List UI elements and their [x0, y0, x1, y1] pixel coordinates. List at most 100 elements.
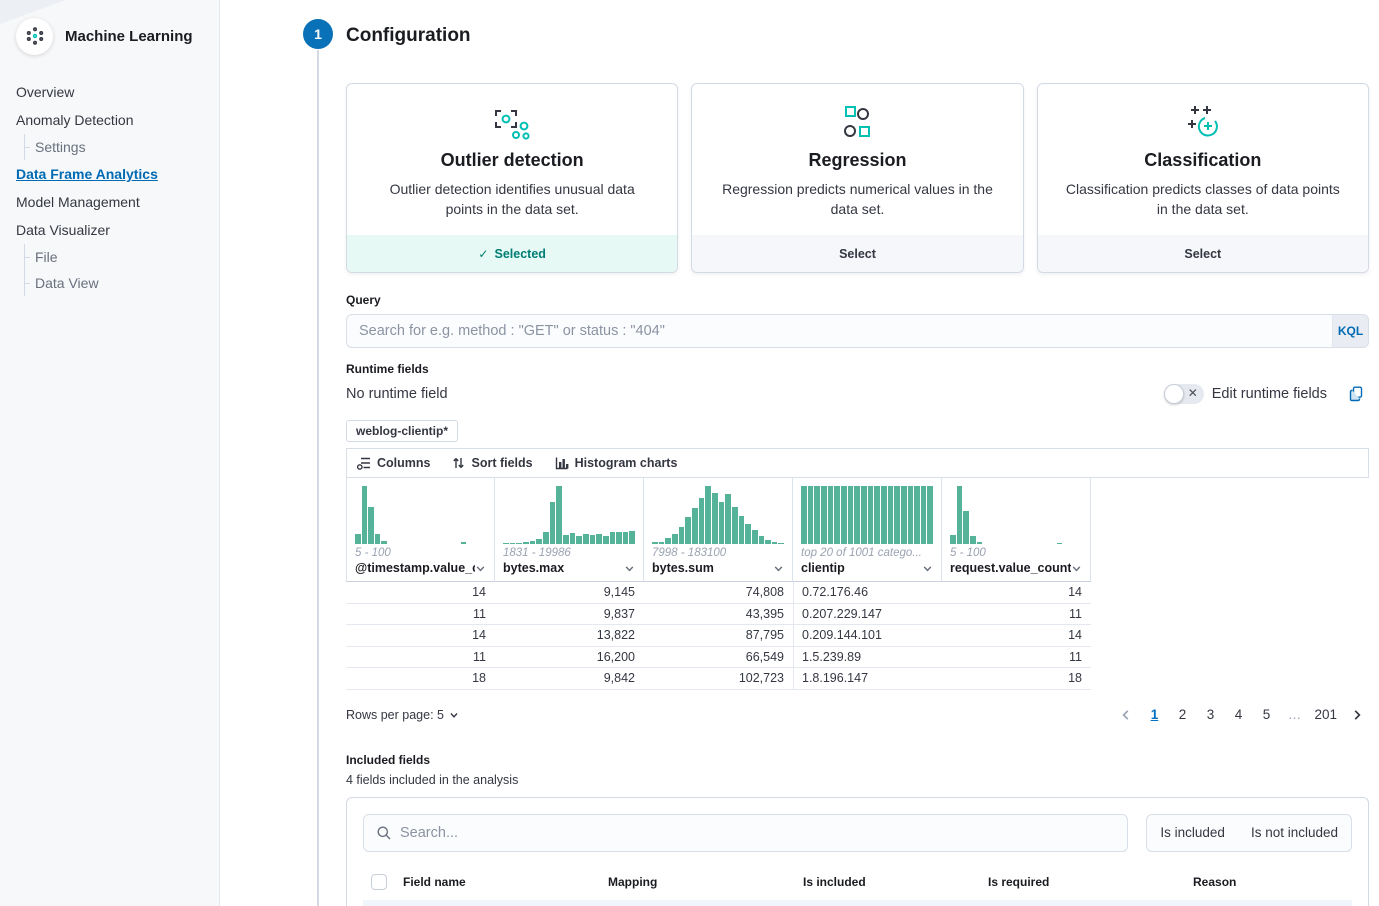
- column-range-label: 5 - 100: [950, 547, 1082, 559]
- rows-per-page-button[interactable]: Rows per page: 5: [346, 708, 459, 722]
- sidebar-item-data-frame-analytics[interactable]: Data Frame Analytics: [0, 160, 219, 188]
- page-button-1[interactable]: 1: [1142, 703, 1166, 727]
- field-row-timestampvalue_count: @timestamp.value_count long Yes No: [363, 899, 1352, 906]
- column-histogram: [801, 486, 933, 544]
- table-cell: 0.209.144.101: [793, 625, 942, 646]
- regression-icon: [716, 102, 998, 144]
- card-outlier-detection[interactable]: Outlier detection Outlier detection iden…: [346, 83, 678, 273]
- filter-button-is-included[interactable]: Is included: [1147, 815, 1238, 851]
- fields-search-box: [363, 814, 1128, 852]
- column-histogram: [355, 486, 486, 544]
- column-name: clientip: [801, 561, 922, 575]
- histogram-bar: [745, 524, 751, 544]
- column-histogram: [950, 486, 1082, 544]
- query-search-input[interactable]: [346, 314, 1332, 348]
- histogram-bar: [563, 535, 569, 544]
- toggle-thumb[interactable]: [1164, 384, 1184, 404]
- page-button-3[interactable]: 3: [1198, 703, 1222, 727]
- column-header-requestvalue_count: 5 - 100 request.value_count: [942, 478, 1091, 582]
- select-all-checkbox[interactable]: [371, 874, 387, 890]
- page-button-5[interactable]: 5: [1254, 703, 1278, 727]
- histogram-bar: [814, 486, 820, 544]
- is-required-cell: No: [980, 899, 1185, 906]
- histogram-bar: [659, 542, 665, 544]
- edit-runtime-fields-toggle[interactable]: ✕ Edit runtime fields: [1164, 384, 1327, 404]
- histogram-bar: [963, 511, 969, 544]
- column-actions-chevron-icon[interactable]: [475, 563, 486, 574]
- sidebar-item-model-management[interactable]: Model Management: [0, 188, 219, 216]
- included-fields-summary: 4 fields included in the analysis: [346, 773, 1369, 787]
- histogram-bar: [739, 516, 745, 544]
- histogram-bar: [603, 536, 609, 544]
- histogram-bar: [685, 517, 691, 544]
- page-button-2[interactable]: 2: [1170, 703, 1194, 727]
- histogram-bar: [772, 542, 778, 544]
- sidebar-item-data-visualizer[interactable]: Data Visualizer: [0, 216, 219, 244]
- column-actions-chevron-icon[interactable]: [624, 563, 635, 574]
- sidebar-item-file[interactable]: File: [24, 244, 219, 270]
- histogram-bar: [543, 532, 549, 544]
- histogram-bar: [510, 543, 516, 544]
- kql-language-button[interactable]: KQL: [1332, 314, 1369, 348]
- histogram-bar: [590, 535, 596, 544]
- sidebar-item-anomaly-detection[interactable]: Anomaly Detection: [0, 106, 219, 134]
- sidebar-item-overview[interactable]: Overview: [0, 78, 219, 106]
- table-cell: 9,145: [495, 582, 644, 603]
- source-data-grid: Columns Sort fields Histogram charts 5 -…: [346, 448, 1369, 727]
- column-header-clientip: top 20 of 1001 catego... clientip: [793, 478, 942, 582]
- toolbar-button-label: Histogram charts: [575, 456, 678, 470]
- histogram-bar: [765, 540, 771, 544]
- copy-clipboard-icon[interactable]: [1349, 386, 1365, 402]
- pagination-ellipsis: …: [1282, 703, 1306, 727]
- toolbar-button-sort-fields[interactable]: Sort fields: [452, 456, 532, 470]
- column-header-bytesmax: 1831 - 19986 bytes.max: [495, 478, 644, 582]
- column-actions-chevron-icon[interactable]: [1071, 563, 1082, 574]
- card-description: Outlier detection identifies unusual dat…: [371, 180, 653, 219]
- runtime-fields-value: No runtime field: [346, 386, 1164, 402]
- histogram-bar: [848, 486, 854, 544]
- histogram-bar: [629, 531, 635, 544]
- table-cell: 74,808: [644, 582, 793, 603]
- main-content: 1 Configuration Outlier detection Outlie…: [220, 0, 1379, 906]
- check-icon: ✓: [478, 247, 488, 261]
- card-action-label: Selected: [494, 247, 545, 261]
- table-cell: 0.72.176.46: [793, 582, 942, 603]
- fields-search-input[interactable]: [400, 825, 1115, 841]
- card-action-button[interactable]: Select: [692, 235, 1022, 272]
- column-actions-chevron-icon[interactable]: [922, 563, 933, 574]
- card-action-button[interactable]: Select: [1038, 235, 1368, 272]
- page-button-4[interactable]: 4: [1226, 703, 1250, 727]
- sidebar-item-settings[interactable]: Settings: [24, 134, 219, 160]
- data-grid-toolbar: Columns Sort fields Histogram charts: [346, 448, 1369, 478]
- toolbar-button-columns[interactable]: Columns: [357, 456, 430, 470]
- card-action-button[interactable]: ✓ Selected: [347, 235, 677, 272]
- mapping-cell: long: [600, 899, 795, 906]
- data-grid-rows: 149,14574,8080.72.176.4614119,83743,3950…: [346, 582, 1091, 690]
- table-cell: 18: [346, 668, 495, 689]
- histogram-bar: [808, 486, 814, 544]
- sidebar-item-data-view[interactable]: Data View: [24, 270, 219, 296]
- toggle-track[interactable]: ✕: [1164, 384, 1204, 404]
- table-cell: 1.5.239.89: [793, 647, 942, 668]
- histogram-bar: [665, 538, 671, 544]
- card-regression[interactable]: Regression Regression predicts numerical…: [691, 83, 1023, 273]
- data-grid-headers: 5 - 100 @timestamp.value_count 1831 - 19…: [346, 478, 1091, 582]
- field-name-cell: @timestamp.value_count: [395, 899, 600, 906]
- runtime-fields-row: No runtime field ✕ Edit runtime fields: [346, 384, 1369, 404]
- page-button-201[interactable]: 201: [1310, 703, 1341, 727]
- previous-page-icon[interactable]: [1114, 703, 1138, 727]
- histogram-bar: [874, 486, 880, 544]
- column-actions-chevron-icon[interactable]: [773, 563, 784, 574]
- column-histogram: [503, 486, 635, 544]
- filter-button-is-not-included[interactable]: Is not included: [1238, 815, 1351, 851]
- column-range-label: 5 - 100: [355, 547, 486, 559]
- index-pattern-badge: weblog-clientip*: [346, 420, 458, 442]
- toolbar-button-histogram-charts[interactable]: Histogram charts: [555, 456, 678, 470]
- histogram-bar: [970, 536, 976, 544]
- histogram-bar: [530, 541, 536, 544]
- table-row: 149,14574,8080.72.176.4614: [346, 582, 1091, 604]
- app-root: Machine Learning OverviewAnomaly Detecti…: [0, 0, 1379, 906]
- card-classification[interactable]: Classification Classification predicts c…: [1037, 83, 1369, 273]
- next-page-icon[interactable]: [1345, 703, 1369, 727]
- toolbar-button-label: Sort fields: [471, 456, 532, 470]
